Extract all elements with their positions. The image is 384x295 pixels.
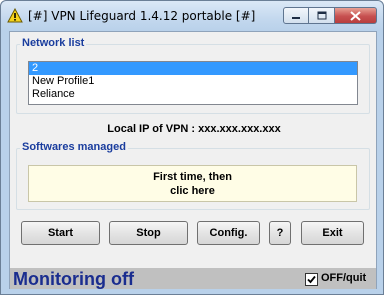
window-title: [#] VPN Lifeguard 1.4.12 portable [#] — [28, 9, 256, 23]
monitoring-status: Monitoring off — [13, 269, 134, 289]
status-bar: Monitoring off OFF/quit — [10, 268, 376, 289]
first-time-notice[interactable]: First time, then clic here — [28, 165, 357, 202]
config-button[interactable]: Config. — [197, 221, 260, 245]
network-list-label: Network list — [20, 37, 87, 49]
warning-icon — [7, 8, 23, 23]
local-ip-label: Local IP of VPN : xxx.xxx.xxx.xxx — [107, 123, 281, 135]
off-quit-checkbox[interactable] — [305, 273, 318, 286]
exit-button[interactable]: Exit — [301, 221, 364, 245]
client-area: Network list 2 New Profile1 Reliance Loc… — [9, 31, 377, 289]
softwares-managed-label: Softwares managed — [20, 141, 128, 153]
list-item[interactable]: 2 — [29, 62, 357, 75]
maximize-icon — [317, 11, 326, 20]
minimize-icon — [292, 16, 300, 19]
notice-line-1: First time, then — [153, 170, 232, 183]
off-quit-label[interactable]: OFF/quit — [321, 272, 366, 284]
network-listbox[interactable]: 2 New Profile1 Reliance — [28, 61, 358, 105]
notice-line-2: clic here — [170, 184, 215, 197]
title-bar[interactable]: [#] VPN Lifeguard 1.4.12 portable [#] — [1, 1, 383, 31]
list-item[interactable]: Reliance — [29, 88, 357, 101]
minimize-button[interactable] — [283, 7, 309, 24]
maximize-button[interactable] — [309, 7, 335, 24]
close-button[interactable] — [335, 7, 377, 24]
app-window: [#] VPN Lifeguard 1.4.12 portable [#] Ne… — [0, 0, 384, 295]
help-button[interactable]: ? — [269, 221, 291, 245]
start-button[interactable]: Start — [21, 221, 100, 245]
stop-button[interactable]: Stop — [109, 221, 188, 245]
close-icon — [350, 10, 361, 21]
list-item[interactable]: New Profile1 — [29, 75, 357, 88]
checkmark-icon — [307, 275, 316, 284]
